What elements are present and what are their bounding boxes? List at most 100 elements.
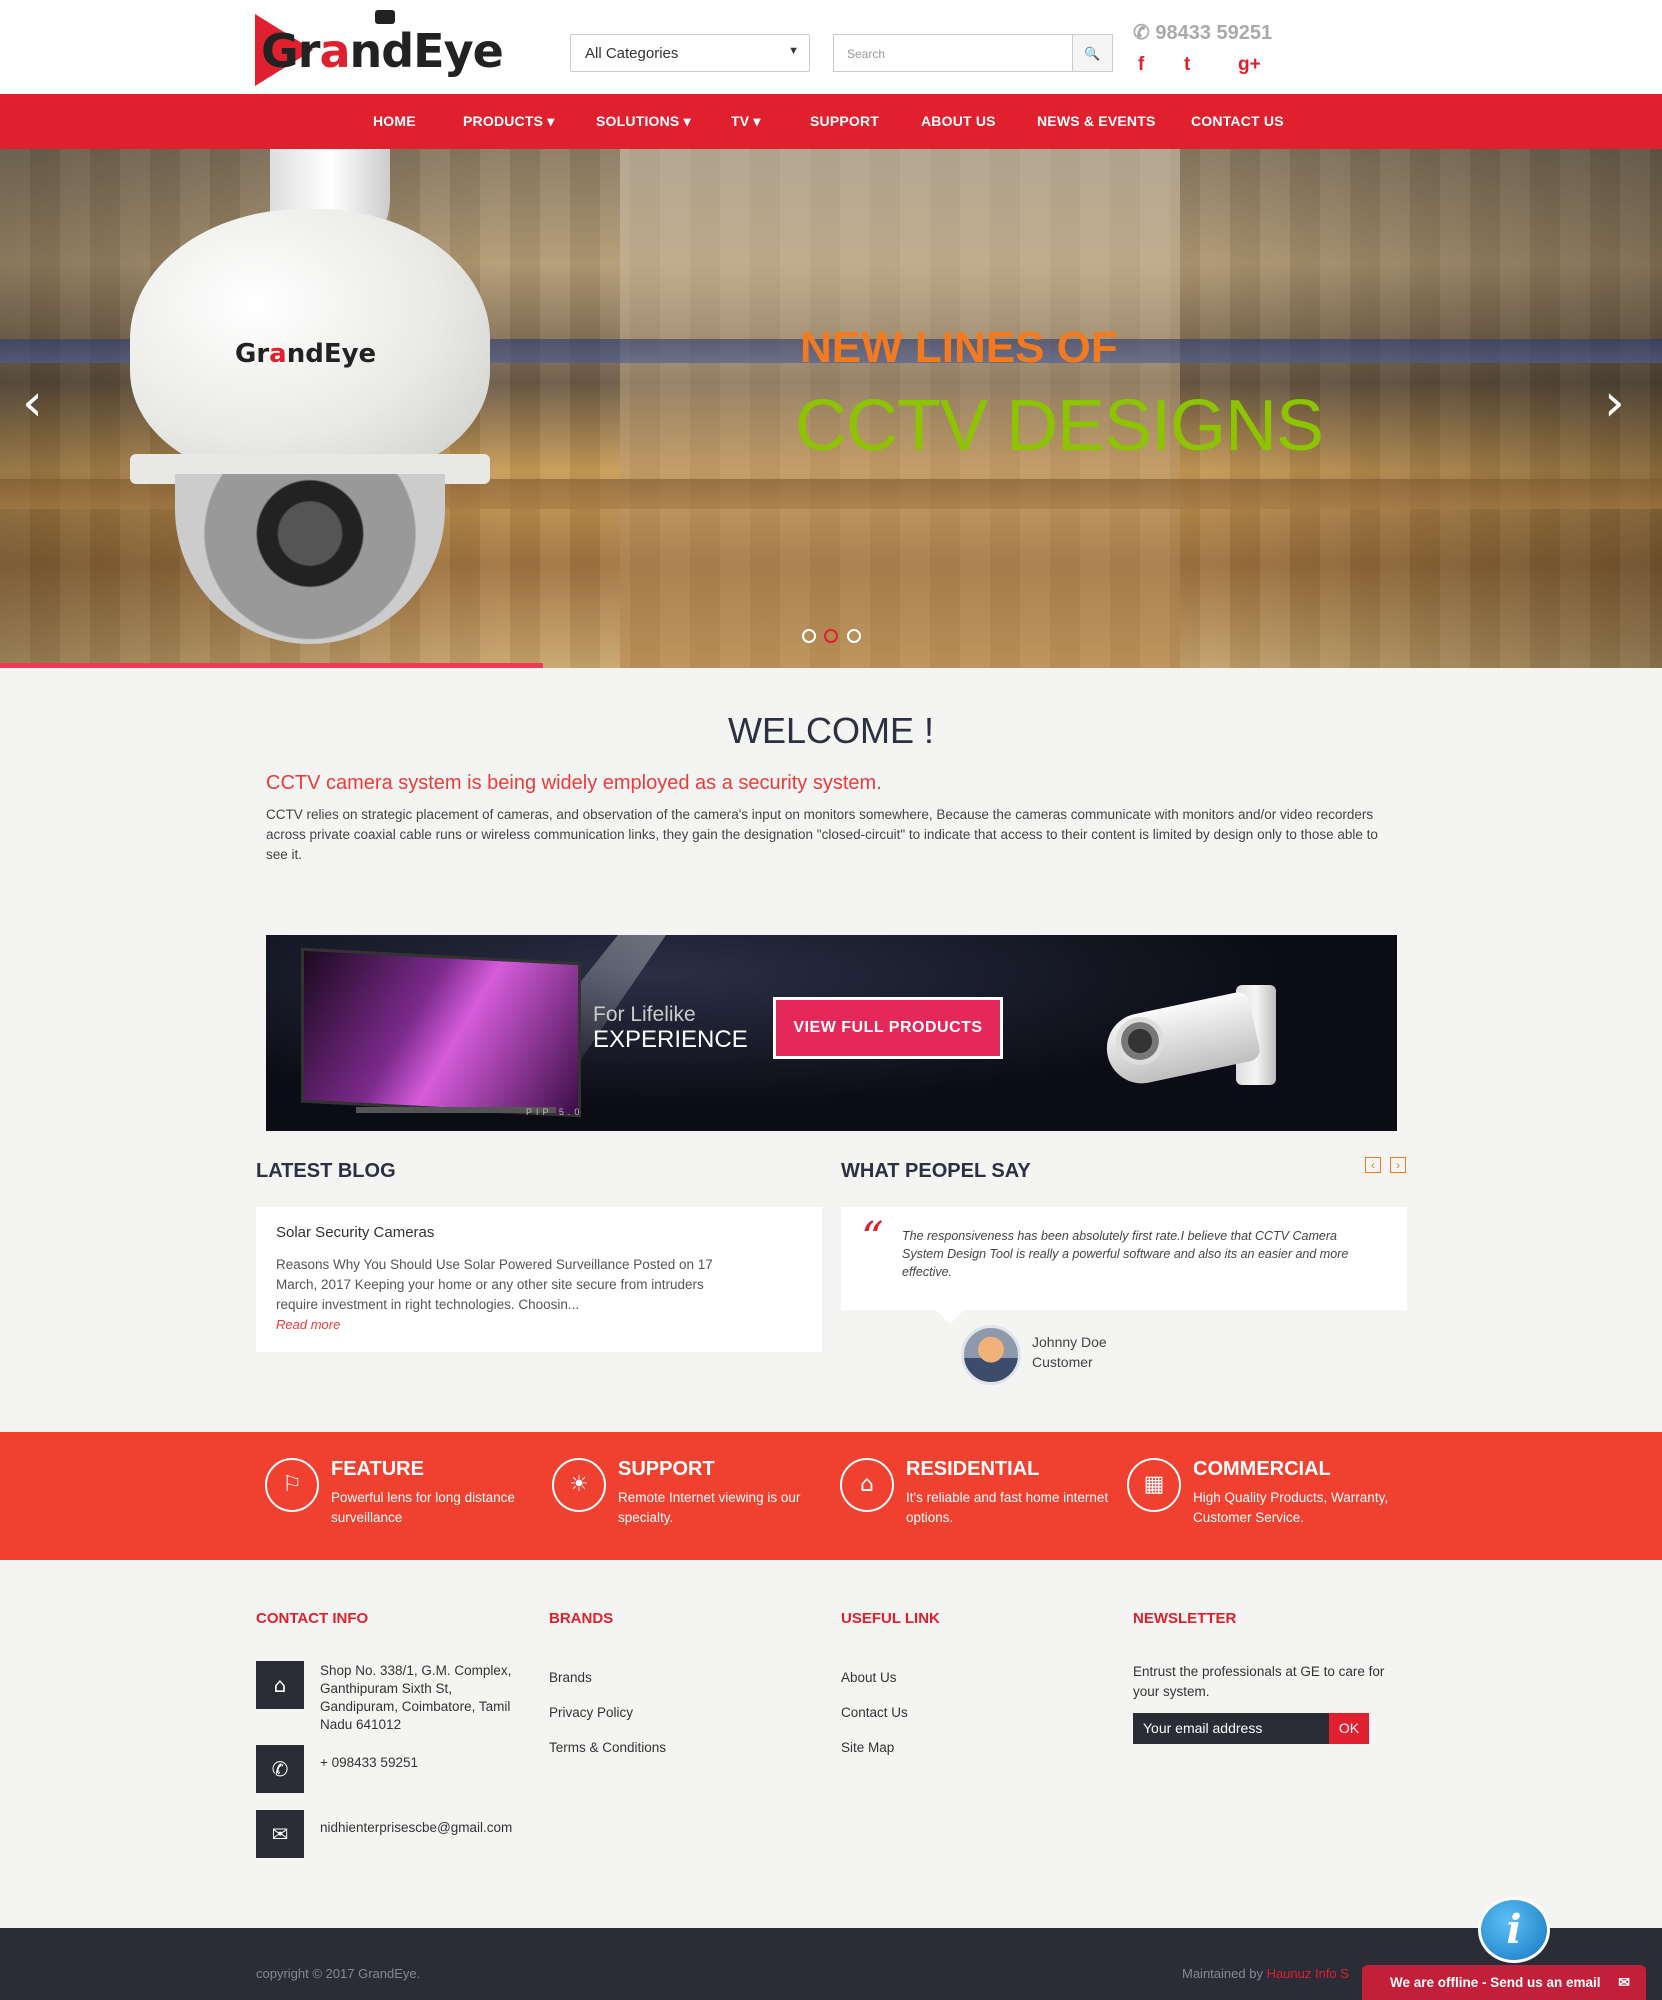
bulb-icon: ☀ bbox=[552, 1458, 606, 1512]
footer-link-terms[interactable]: Terms & Conditions bbox=[549, 1740, 666, 1755]
feature-desc: Remote Internet viewing is our specialty… bbox=[618, 1490, 801, 1525]
feature-desc: High Quality Products, Warranty, Custome… bbox=[1193, 1490, 1389, 1525]
nav-products[interactable]: PRODUCTS ▾ bbox=[463, 113, 555, 130]
category-select[interactable]: All Categories ▼ bbox=[570, 34, 810, 72]
maintainer-link[interactable]: Haunuz Info S bbox=[1267, 1966, 1349, 1981]
feature-title: COMMERCIAL bbox=[1193, 1458, 1331, 1480]
search-button[interactable]: 🔍 bbox=[1073, 34, 1113, 72]
site-header: GrandEye All Categories ▼ Search 🔍 ✆ 984… bbox=[0, 0, 1662, 94]
camera-dome bbox=[175, 474, 445, 644]
camera-logo: GrandEye bbox=[235, 339, 377, 369]
nav-support[interactable]: SUPPORT bbox=[810, 113, 879, 129]
footer-link-site-map[interactable]: Site Map bbox=[841, 1740, 894, 1755]
envelope-icon: ✉ bbox=[256, 1810, 304, 1858]
testimonial-author: Johnny Doe Customer bbox=[1032, 1332, 1107, 1372]
search-icon: 🔍 bbox=[1084, 46, 1101, 61]
footer-link-contact-us[interactable]: Contact Us bbox=[841, 1705, 908, 1720]
feature-desc: Powerful lens for long distance surveill… bbox=[331, 1490, 515, 1525]
brands-heading: BRANDS bbox=[549, 1610, 614, 1627]
logo-text: GrandEye bbox=[261, 24, 504, 78]
banner-line2: EXPERIENCE bbox=[593, 1026, 748, 1053]
slider-dot-active[interactable] bbox=[824, 629, 838, 643]
footer-link-brands[interactable]: Brands bbox=[549, 1670, 592, 1685]
features-strip: ⚐ FEATURE Powerful lens for long distanc… bbox=[0, 1432, 1662, 1560]
dome-camera-image: GrandEye bbox=[130, 149, 490, 644]
avatar bbox=[961, 1325, 1021, 1385]
copyright: copyright © 2017 GrandEye. bbox=[256, 1966, 421, 1981]
category-select-value: All Categories bbox=[585, 45, 679, 62]
phone-icon: ✆ bbox=[256, 1745, 304, 1793]
feature-desc: It's reliable and fast home internet opt… bbox=[906, 1490, 1109, 1525]
footer-link-about-us[interactable]: About Us bbox=[841, 1670, 897, 1685]
hero-headline: NEW LINES OF bbox=[800, 323, 1118, 372]
latest-blog-heading: LATEST BLOG bbox=[256, 1160, 396, 1182]
contact-info-heading: CONTACT INFO bbox=[256, 1610, 369, 1627]
tag-icon: ⚐ bbox=[265, 1458, 319, 1512]
feature-badges: PIP 5.0 bbox=[526, 1107, 584, 1117]
newsletter-email-input[interactable]: Your email address bbox=[1133, 1713, 1329, 1744]
footer-link-privacy-policy[interactable]: Privacy Policy bbox=[549, 1705, 633, 1720]
search-input[interactable]: Search bbox=[833, 34, 1073, 72]
contact-phone[interactable]: + 098433 59251 bbox=[320, 1754, 530, 1772]
offline-chat-bar[interactable]: We are offline - Send us an email ✉ bbox=[1362, 1965, 1646, 2000]
newsletter-text: Entrust the professionals at GE to care … bbox=[1133, 1664, 1385, 1699]
author-name: Johnny Doe bbox=[1032, 1334, 1107, 1350]
testimonial-next-icon[interactable]: › bbox=[1390, 1157, 1406, 1173]
google-plus-icon[interactable]: g+ bbox=[1238, 54, 1261, 76]
testimonial-card: “ The responsiveness has been absolutely… bbox=[841, 1207, 1407, 1310]
bullet-camera-image bbox=[1100, 975, 1296, 1090]
welcome-subtitle: CCTV camera system is being widely emplo… bbox=[266, 772, 882, 794]
nav-contact-us[interactable]: CONTACT US bbox=[1191, 113, 1284, 129]
caret-down-icon: ▾ bbox=[547, 113, 555, 129]
maintained-by: Maintained by Haunuz Info S bbox=[1182, 1966, 1349, 1981]
testimonials-heading: WHAT PEOPEL SAY bbox=[841, 1160, 1031, 1182]
logo[interactable]: GrandEye bbox=[255, 10, 504, 86]
view-full-products-button[interactable]: VIEW FULL PRODUCTS bbox=[773, 997, 1003, 1059]
caret-down-icon: ▾ bbox=[683, 113, 691, 129]
testimonial-pointer bbox=[936, 1310, 964, 1324]
slider-dot[interactable] bbox=[847, 629, 861, 643]
building-icon: ▦ bbox=[1127, 1458, 1181, 1512]
blog-card: Solar Security Cameras Reasons Why You S… bbox=[256, 1207, 822, 1352]
facebook-icon[interactable]: f bbox=[1138, 54, 1144, 76]
next-slide-icon[interactable]: › bbox=[1604, 373, 1625, 433]
nav-solutions[interactable]: SOLUTIONS ▾ bbox=[596, 113, 691, 130]
testimonial-text: The responsiveness has been absolutely f… bbox=[902, 1229, 1349, 1279]
nav-home[interactable]: HOME bbox=[373, 113, 416, 129]
contact-email[interactable]: nidhienterprisescbe@gmail.com bbox=[320, 1819, 530, 1837]
blog-excerpt: Reasons Why You Should Use Solar Powered… bbox=[276, 1257, 713, 1312]
phone-icon: ✆ bbox=[1133, 22, 1156, 44]
main-nav: HOME PRODUCTS ▾ SOLUTIONS ▾ TV ▾ SUPPORT… bbox=[0, 94, 1662, 149]
twitter-icon[interactable]: t bbox=[1184, 54, 1190, 76]
promo-banner: For Lifelike EXPERIENCE VIEW FULL PRODUC… bbox=[266, 935, 1397, 1131]
envelope-icon: ✉ bbox=[1618, 1974, 1630, 1990]
read-more-link[interactable]: Read more bbox=[276, 1317, 802, 1332]
header-phone: ✆ 98433 59251 bbox=[1133, 22, 1273, 44]
chat-text: We are offline - Send us an email bbox=[1390, 1975, 1601, 1990]
home-icon: ⌂ bbox=[256, 1661, 304, 1709]
blog-title[interactable]: Solar Security Cameras bbox=[276, 1224, 802, 1241]
feature-title: FEATURE bbox=[331, 1458, 424, 1480]
useful-link-heading: USEFUL LINK bbox=[841, 1610, 940, 1627]
author-role: Customer bbox=[1032, 1354, 1093, 1370]
info-chat-icon[interactable]: i bbox=[1478, 1897, 1550, 1963]
nav-news-events[interactable]: NEWS & EVENTS bbox=[1037, 113, 1156, 129]
logo-camera-icon bbox=[375, 10, 395, 24]
home-icon: ⌂ bbox=[840, 1458, 894, 1512]
newsletter-heading: NEWSLETTER bbox=[1133, 1610, 1237, 1627]
feature-title: SUPPORT bbox=[618, 1458, 715, 1480]
prev-slide-icon[interactable]: ‹ bbox=[22, 373, 43, 433]
slider-dot[interactable] bbox=[802, 629, 816, 643]
newsletter-ok-button[interactable]: OK bbox=[1329, 1713, 1369, 1744]
banner-line1: For Lifelike bbox=[593, 1003, 696, 1026]
tv-image bbox=[301, 947, 581, 1118]
contact-address: Shop No. 338/1, G.M. Complex, Ganthipura… bbox=[320, 1663, 512, 1732]
nav-about-us[interactable]: ABOUT US bbox=[921, 113, 996, 129]
hero-subheadline: CCTV DESIGNS bbox=[795, 386, 1324, 466]
nav-tv[interactable]: TV ▾ bbox=[731, 113, 761, 130]
caret-down-icon: ▾ bbox=[753, 113, 761, 129]
camera-lens bbox=[1116, 1017, 1164, 1065]
quote-icon: “ bbox=[861, 1213, 884, 1264]
welcome-body: CCTV relies on strategic placement of ca… bbox=[266, 807, 1378, 862]
testimonial-prev-icon[interactable]: ‹ bbox=[1365, 1157, 1381, 1173]
